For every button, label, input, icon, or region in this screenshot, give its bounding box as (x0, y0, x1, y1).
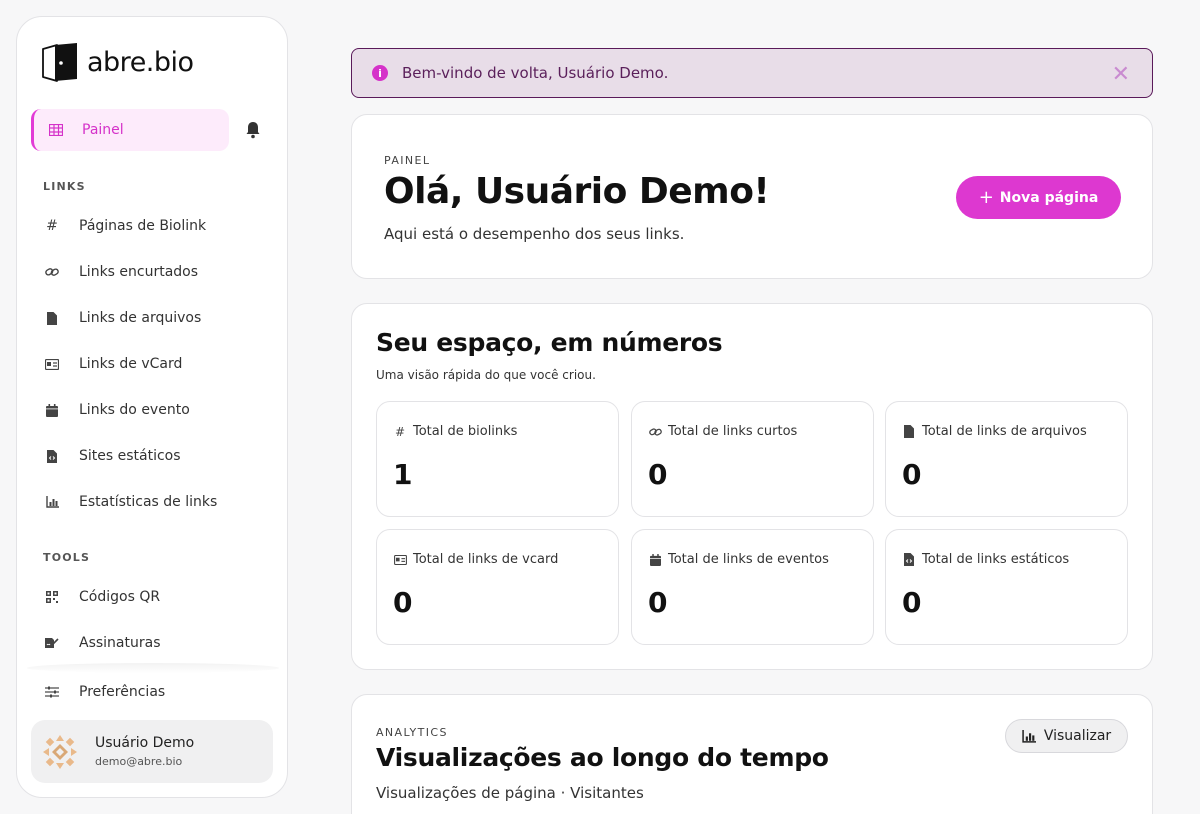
sliders-icon (43, 683, 61, 701)
user-name: Usuário Demo (95, 735, 195, 751)
brand-logo[interactable]: abre.bio (39, 41, 194, 83)
stat-card-vcard-links: Total de links de vcard 0 (376, 529, 619, 645)
stats-title: Seu espaço, em números (376, 328, 723, 357)
stat-label: Total de links de vcard (413, 552, 559, 567)
file-icon (43, 309, 61, 327)
analytics-title: Visualizações ao longo do tempo (376, 743, 829, 772)
bell-icon[interactable] (245, 121, 261, 139)
dashboard-header-card: PAINEL Olá, Usuário Demo! Aqui está o de… (351, 114, 1153, 279)
sidebar-item-label: Painel (82, 122, 124, 138)
link-icon (648, 427, 662, 437)
hash-icon: # (46, 218, 58, 234)
stat-value: 0 (648, 458, 668, 491)
stat-value: 0 (393, 586, 413, 619)
page-subtitle: Aqui está o desempenho dos seus links. (384, 225, 685, 243)
analytics-subtitle: Visualizações de página · Visitantes (376, 784, 644, 802)
sidebar-item-label: Sites estáticos (79, 448, 181, 464)
analytics-eyebrow: ANALYTICS (376, 726, 448, 739)
chart-icon (43, 493, 61, 511)
stat-value: 0 (902, 586, 922, 619)
sidebar-item-label: Links de vCard (79, 356, 183, 372)
sidebar-item-link-stats[interactable]: Estatísticas de links (43, 490, 217, 514)
analytics-card: ANALYTICS Visualizações ao longo do temp… (351, 694, 1153, 814)
stat-label: Total de links de eventos (668, 552, 829, 567)
stat-label: Total de links curtos (668, 424, 798, 439)
sidebar-item-label: Páginas de Biolink (79, 218, 207, 234)
chart-icon (1022, 729, 1036, 743)
view-analytics-button[interactable]: Visualizar (1005, 719, 1128, 753)
code-file-icon (43, 447, 61, 465)
vcard-icon (393, 554, 407, 565)
sidebar-item-label: Preferências (79, 684, 166, 700)
user-profile-card[interactable]: Usuário Demo demo@abre.bio (31, 720, 273, 783)
close-icon[interactable]: ✕ (1112, 62, 1130, 87)
sidebar-item-label: Estatísticas de links (79, 494, 218, 510)
user-email: demo@abre.bio (95, 755, 183, 768)
qr-icon (43, 588, 61, 606)
plus-icon: + (978, 187, 994, 208)
avatar (41, 732, 79, 771)
page-eyebrow: PAINEL (384, 154, 431, 167)
stat-card-static-links: Total de links estáticos 0 (885, 529, 1128, 645)
sidebar-item-short-links[interactable]: Links encurtados (43, 260, 198, 284)
vcard-icon (43, 355, 61, 373)
sidebar-divider (27, 663, 279, 673)
section-label-links: LINKS (43, 180, 86, 193)
file-icon (902, 425, 916, 438)
sidebar-item-static-sites[interactable]: Sites estáticos (43, 444, 181, 468)
sidebar-item-label: Links do evento (79, 402, 190, 418)
sidebar-item-signatures[interactable]: Assinaturas (43, 631, 161, 655)
sidebar-item-label: Assinaturas (79, 635, 161, 651)
signature-icon (43, 634, 61, 652)
calendar-icon (43, 401, 61, 419)
alert-text: Bem-vindo de volta, Usuário Demo. (402, 64, 669, 82)
stat-value: 0 (648, 586, 668, 619)
calendar-icon (648, 553, 662, 566)
hash-icon: # (394, 424, 406, 439)
stat-card-short-links: Total de links curtos 0 (631, 401, 874, 517)
stat-card-file-links: Total de links de arquivos 0 (885, 401, 1128, 517)
sidebar-item-label: Códigos QR (79, 589, 161, 605)
stats-card: Seu espaço, em números Uma visão rápida … (351, 303, 1153, 670)
stat-label: Total de biolinks (413, 424, 518, 439)
info-icon: i (372, 65, 388, 81)
sidebar-item-file-links[interactable]: Links de arquivos (43, 306, 201, 330)
sidebar-item-painel[interactable]: Painel (31, 109, 229, 151)
stat-card-biolinks: # Total de biolinks 1 (376, 401, 619, 517)
sidebar-item-qr-codes[interactable]: Códigos QR (43, 585, 160, 609)
sidebar-item-biolink[interactable]: # Páginas de Biolink (43, 214, 206, 238)
door-logo-icon (42, 43, 77, 82)
stat-label: Total de links de arquivos (922, 424, 1087, 439)
sidebar-item-label: Links de arquivos (79, 310, 202, 326)
stat-label: Total de links estáticos (922, 552, 1070, 567)
sidebar-item-vcard-links[interactable]: Links de vCard (43, 352, 182, 376)
brand-name: abre.bio (87, 46, 194, 78)
page-title: Olá, Usuário Demo! (384, 171, 770, 212)
stat-card-event-links: Total de links de eventos 0 (631, 529, 874, 645)
new-page-button-label: Nova página (999, 189, 1099, 206)
stat-value: 0 (902, 458, 922, 491)
sidebar-item-event-links[interactable]: Links do evento (43, 398, 190, 422)
section-label-tools: TOOLS (43, 551, 91, 564)
grid-icon (46, 124, 66, 136)
sidebar: abre.bio Painel LINKS # Páginas de Bioli… (16, 16, 288, 798)
code-file-icon (902, 553, 916, 566)
link-icon (43, 263, 61, 281)
view-analytics-label: Visualizar (1043, 728, 1112, 744)
new-page-button[interactable]: + Nova página (956, 176, 1121, 219)
welcome-alert: i Bem-vindo de volta, Usuário Demo. ✕ (351, 48, 1153, 98)
stats-description: Uma visão rápida do que você criou. (376, 368, 596, 382)
sidebar-item-preferences[interactable]: Preferências (43, 680, 165, 704)
stat-value: 1 (393, 458, 413, 491)
sidebar-item-label: Links encurtados (79, 264, 199, 280)
